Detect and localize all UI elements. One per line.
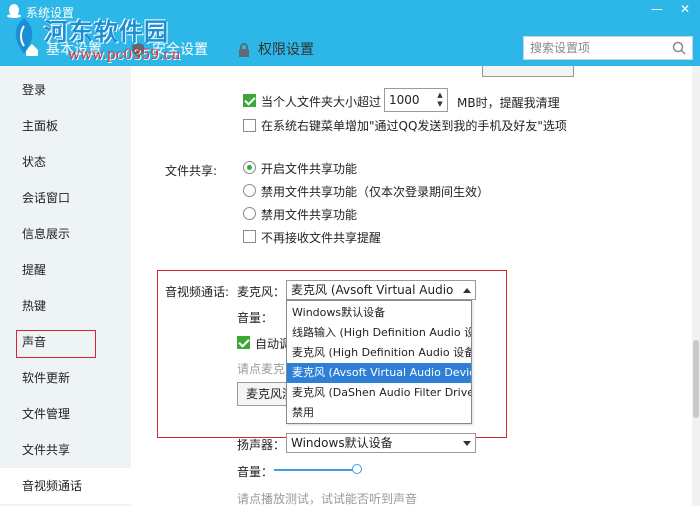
share-option-label: 禁用文件共享功能（仅本次登录期间生效） bbox=[261, 185, 490, 199]
speaker-volume-label: 音量： bbox=[237, 465, 274, 479]
mic-select[interactable]: 麦克风 (Avsoft Virtual Audio De... bbox=[286, 280, 476, 315]
sidebar-item-status[interactable]: 状态 bbox=[0, 144, 131, 180]
file-share-label: 文件共享: bbox=[165, 164, 218, 178]
sound-highlight-box bbox=[16, 330, 96, 358]
mic-label: 麦克风： bbox=[237, 285, 286, 299]
scrollbar-thumb[interactable] bbox=[693, 340, 699, 418]
close-button[interactable]: ✕ bbox=[676, 2, 694, 16]
share-disable-session-radio[interactable] bbox=[243, 184, 256, 197]
size-limit-input[interactable]: 1000 ▲ ▼ bbox=[384, 88, 448, 112]
size-limit-prefix: 当个人文件夹大小超过 bbox=[261, 95, 382, 109]
lock-icon bbox=[239, 43, 249, 57]
mic-option-avsoft[interactable]: 麦克风 (Avsoft Virtual Audio Device) bbox=[287, 363, 471, 383]
chevron-up-icon bbox=[463, 288, 471, 293]
sidebar-item-av-call[interactable]: 音视频通话 bbox=[0, 468, 131, 504]
site-watermark: 河东软件园 www.pc0359.cn bbox=[15, 12, 181, 63]
settings-sidebar: 登录 主面板 状态 会话窗口 信息展示 提醒 热键 声音 软件更新 文件管理 文… bbox=[0, 66, 131, 506]
watermark-name: 河东软件园 bbox=[44, 17, 169, 46]
sidebar-item-chat-window[interactable]: 会话窗口 bbox=[0, 180, 131, 216]
mic-dropdown-list: Windows默认设备 线路输入 (High Definition Audio … bbox=[286, 300, 472, 424]
sidebar-item-login[interactable]: 登录 bbox=[0, 72, 131, 108]
no-share-notify-checkbox[interactable] bbox=[243, 230, 256, 243]
sidebar-item-main-panel[interactable]: 主面板 bbox=[0, 108, 131, 144]
share-option-label: 开启文件共享功能 bbox=[261, 162, 358, 176]
mic-option-disabled[interactable]: 禁用 bbox=[287, 403, 471, 423]
av-call-label: 音视频通话: bbox=[165, 285, 230, 299]
size-limit-suffix: MB时，提醒我清理 bbox=[457, 96, 560, 110]
auto-adjust-checkbox[interactable] bbox=[237, 336, 250, 349]
sidebar-item-hotkeys[interactable]: 热键 bbox=[0, 288, 131, 324]
speaker-label: 扬声器： bbox=[237, 438, 286, 452]
minimize-button[interactable]: — bbox=[648, 2, 666, 16]
slider-track bbox=[274, 469, 354, 471]
share-enable-radio[interactable] bbox=[243, 161, 256, 174]
mic-option-line-in[interactable]: 线路输入 (High Definition Audio 设备 bbox=[287, 323, 471, 343]
mic-option-dashen[interactable]: 麦克风 (DaShen Audio Filter Driver ( bbox=[287, 383, 471, 403]
mic-volume-label: 音量： bbox=[237, 311, 274, 325]
slider-knob[interactable] bbox=[351, 464, 362, 474]
speaker-hint: 请点播放测试，试试能否听到声音 bbox=[237, 492, 418, 506]
settings-content: 当个人文件夹大小超过 1000 ▲ ▼ MB时，提醒我清理 在系统右键菜单增加"通… bbox=[131, 66, 700, 506]
search-box[interactable] bbox=[523, 36, 693, 60]
search-input[interactable] bbox=[524, 37, 664, 59]
size-limit-value: 1000 bbox=[389, 93, 420, 107]
watermark-url: www.pc0359.cn bbox=[68, 47, 181, 63]
no-share-notify-label: 不再接收文件共享提醒 bbox=[261, 231, 382, 245]
mic-hint: 请点麦克 bbox=[237, 362, 286, 376]
sidebar-item-info-display[interactable]: 信息展示 bbox=[0, 216, 131, 252]
tab-permission-settings[interactable]: 权限设置 bbox=[234, 34, 314, 66]
partial-button[interactable] bbox=[482, 66, 574, 77]
watermark-logo-icon bbox=[15, 18, 33, 54]
tab-label: 权限设置 bbox=[258, 42, 314, 58]
share-option-label: 禁用文件共享功能 bbox=[261, 208, 358, 222]
context-menu-checkbox[interactable] bbox=[243, 119, 256, 132]
speaker-volume-slider[interactable] bbox=[274, 463, 364, 477]
share-disable-radio[interactable] bbox=[243, 207, 256, 220]
speaker-select[interactable]: Windows默认设备 bbox=[286, 433, 476, 453]
size-limit-checkbox[interactable] bbox=[243, 94, 256, 107]
sidebar-item-file-sharing[interactable]: 文件共享 bbox=[0, 432, 131, 468]
size-limit-spinner[interactable]: ▲ ▼ bbox=[435, 91, 445, 109]
sidebar-item-software-update[interactable]: 软件更新 bbox=[0, 360, 131, 396]
context-menu-label: 在系统右键菜单增加"通过QQ发送到我的手机及好友"选项 bbox=[261, 119, 567, 133]
sidebar-item-file-management[interactable]: 文件管理 bbox=[0, 396, 131, 432]
search-icon[interactable] bbox=[672, 41, 686, 55]
content-scrollbar[interactable] bbox=[692, 66, 700, 506]
mic-option-hd-audio[interactable]: 麦克风 (High Definition Audio 设备) bbox=[287, 343, 471, 363]
mic-option-default[interactable]: Windows默认设备 bbox=[287, 303, 471, 323]
speaker-selected-value: Windows默认设备 bbox=[291, 436, 393, 450]
sidebar-item-reminders[interactable]: 提醒 bbox=[0, 252, 131, 288]
chevron-down-icon bbox=[463, 441, 471, 446]
